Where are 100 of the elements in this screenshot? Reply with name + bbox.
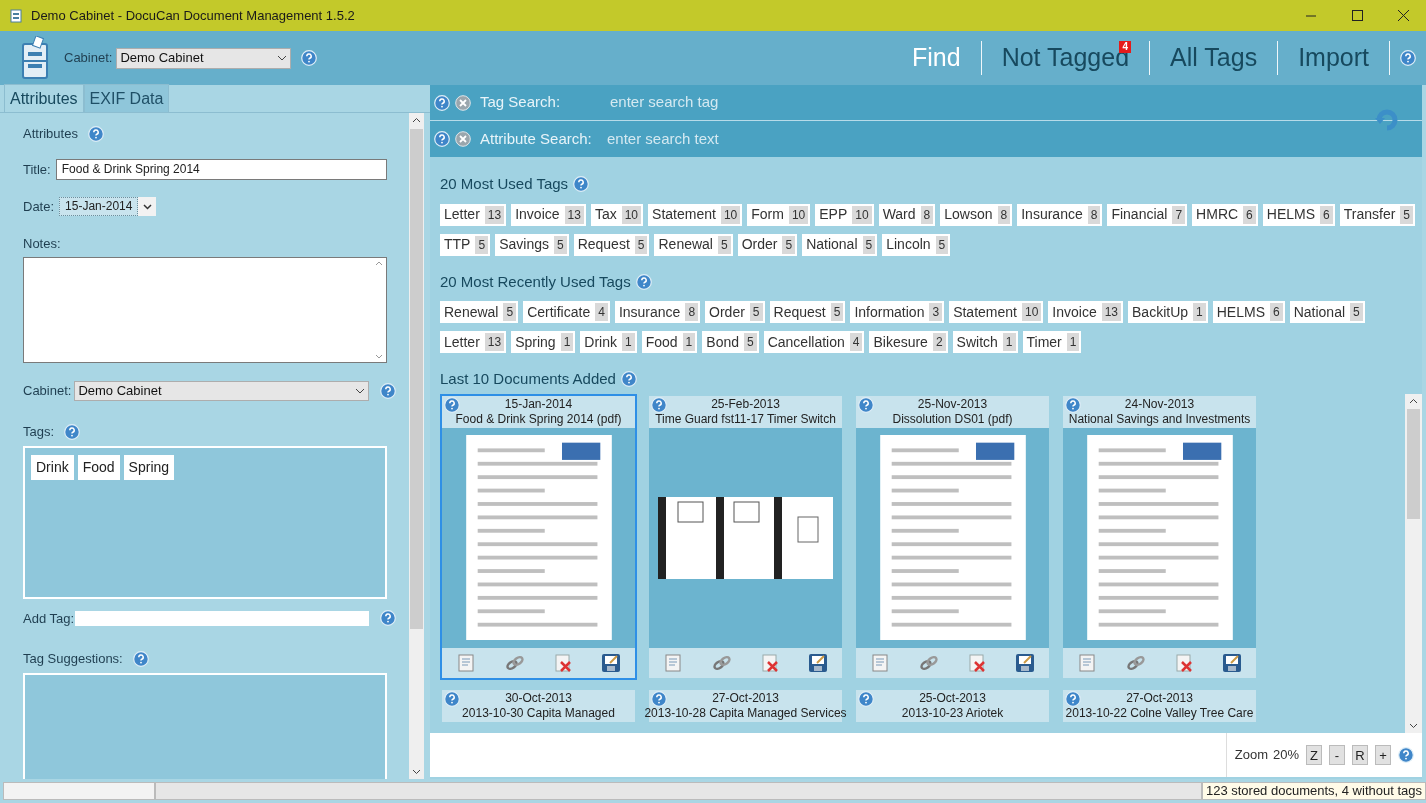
title-field[interactable]: Food & Drink Spring 2014	[55, 159, 387, 180]
tag-chip[interactable]: Switch 1	[952, 331, 1018, 353]
help-icon[interactable]	[132, 650, 149, 667]
document-icon[interactable]	[662, 652, 683, 673]
tag-chip[interactable]: Request 5	[769, 301, 846, 323]
tag-chip[interactable]: Timer 1	[1022, 331, 1082, 353]
save-icon[interactable]	[601, 652, 622, 673]
zoom-button[interactable]: R	[1352, 745, 1368, 765]
tag-chip[interactable]: Invoice 13	[1048, 301, 1124, 323]
tag-chip[interactable]: Spring	[123, 454, 175, 480]
help-icon[interactable]	[301, 50, 318, 66]
tag-chip[interactable]: Financial 7	[1107, 203, 1188, 226]
tag-chip[interactable]: TTP 5	[440, 233, 491, 256]
delete-document-icon[interactable]	[760, 652, 781, 673]
tag-chip[interactable]: Tax 10	[590, 203, 644, 226]
scroll-up-icon[interactable]	[412, 117, 421, 123]
help-icon[interactable]	[380, 610, 396, 627]
save-icon[interactable]	[808, 652, 829, 673]
delete-document-icon[interactable]	[553, 652, 574, 673]
help-icon[interactable]	[444, 690, 460, 707]
save-icon[interactable]	[1015, 652, 1036, 673]
tag-chip[interactable]: Drink 1	[580, 331, 637, 353]
help-icon[interactable]	[434, 131, 450, 147]
tag-chip[interactable]: Renewal 5	[654, 233, 733, 256]
document-card[interactable]: 27-Oct-2013 2013-10-28 Capita Managed Services	[647, 687, 844, 724]
zoom-button[interactable]: -	[1329, 745, 1345, 765]
help-icon[interactable]	[1398, 747, 1414, 763]
add-tag-field[interactable]	[75, 610, 369, 626]
tag-chip[interactable]: Statement 10	[949, 301, 1044, 323]
tag-chip[interactable]: Order 5	[705, 301, 765, 323]
tag-chip[interactable]: National 5	[1289, 301, 1365, 323]
tab[interactable]: Attributes	[4, 84, 84, 112]
zoom-button[interactable]: +	[1375, 745, 1391, 765]
tag-search-field[interactable]: enter search tag	[610, 91, 910, 114]
document-card[interactable]: 25-Oct-2013 2013-10-23 Ariotek	[854, 687, 1051, 724]
scroll-thumb[interactable]	[1407, 408, 1420, 519]
refresh-icon[interactable]	[1374, 107, 1400, 131]
tag-chip[interactable]: Statement 10	[648, 203, 743, 226]
tag-chip[interactable]: Information 3	[850, 301, 945, 323]
date-picker-button[interactable]	[138, 197, 157, 217]
help-icon[interactable]	[620, 371, 637, 388]
nav-tab[interactable]: Import	[1278, 31, 1389, 85]
help-icon[interactable]	[1400, 50, 1416, 66]
help-icon[interactable]	[434, 94, 450, 111]
tab[interactable]: EXIF Data	[83, 84, 170, 112]
tag-chip[interactable]: Spring 1	[511, 331, 576, 353]
document-icon[interactable]	[869, 652, 890, 673]
tag-chip[interactable]: National 5	[802, 233, 878, 256]
tag-chip[interactable]: Food 1	[641, 331, 698, 353]
date-field[interactable]: 15-Jan-2014	[59, 197, 139, 217]
help-icon[interactable]	[64, 423, 81, 440]
tag-chip[interactable]: Savings 5	[495, 233, 569, 256]
tag-chip[interactable]: EPP 10	[815, 203, 874, 226]
tag-chip[interactable]: Certificate 4	[523, 301, 610, 323]
zoom-button[interactable]: Z	[1306, 745, 1322, 765]
tag-chip[interactable]: Ward 8	[878, 203, 936, 226]
help-icon[interactable]	[87, 126, 104, 142]
help-icon[interactable]	[380, 383, 396, 399]
delete-document-icon[interactable]	[1174, 652, 1195, 673]
tag-chip[interactable]: Insurance 8	[1017, 203, 1103, 226]
tag-chip[interactable]: BackitUp 1	[1128, 301, 1208, 323]
cabinet-dropdown[interactable]: Demo Cabinet	[74, 381, 369, 401]
tag-chip[interactable]: Letter 13	[440, 203, 507, 226]
scrollbar[interactable]	[1405, 393, 1422, 733]
tag-chip[interactable]: Order 5	[737, 233, 798, 256]
tag-chip[interactable]: HELMS 6	[1212, 301, 1285, 323]
tag-chip[interactable]: Bikesure 2	[869, 331, 948, 353]
document-card[interactable]: 15-Jan-2014 Food & Drink Spring 2014 (pdf)	[440, 393, 637, 680]
cabinet-dropdown[interactable]: Demo Cabinet	[116, 47, 292, 69]
help-icon[interactable]	[858, 690, 874, 707]
scroll-thumb[interactable]	[410, 129, 423, 629]
tag-chip[interactable]: Renewal 5	[440, 301, 519, 323]
tag-chip[interactable]: Cancellation 4	[763, 331, 865, 353]
help-icon[interactable]	[444, 396, 460, 413]
clear-icon[interactable]	[455, 94, 471, 111]
tag-chip[interactable]: Form 10	[747, 203, 811, 226]
tag-chip[interactable]: Insurance 8	[614, 301, 701, 323]
help-icon[interactable]	[1065, 690, 1081, 707]
scroll-down-icon[interactable]	[1409, 723, 1418, 729]
delete-document-icon[interactable]	[967, 652, 988, 673]
attribute-search-field[interactable]: enter search text	[607, 127, 907, 151]
tag-chip[interactable]: HMRC 6	[1192, 203, 1258, 226]
nav-tab[interactable]: All Tags	[1150, 31, 1278, 85]
tag-chip[interactable]: Letter 13	[440, 331, 507, 353]
tag-chip[interactable]: HELMS 6	[1262, 203, 1335, 226]
help-icon[interactable]	[635, 273, 652, 290]
help-icon[interactable]	[1065, 396, 1081, 413]
document-card[interactable]: 27-Oct-2013 2013-10-22 Colne Valley Tree Care	[1061, 687, 1258, 724]
tag-chip[interactable]: Bond 5	[702, 331, 759, 353]
tag-chip[interactable]: Transfer 5	[1339, 203, 1415, 226]
tag-chip[interactable]: Drink	[31, 454, 74, 480]
help-icon[interactable]	[858, 396, 874, 413]
help-icon[interactable]	[651, 690, 667, 707]
tag-chip[interactable]: Lowson 8	[940, 203, 1013, 226]
clear-icon[interactable]	[455, 131, 471, 147]
document-card[interactable]: 30-Oct-2013 2013-10-30 Capita Managed	[440, 687, 637, 724]
document-icon[interactable]	[455, 652, 476, 673]
scroll-up-icon[interactable]	[1409, 397, 1418, 404]
document-icon[interactable]	[1076, 652, 1097, 673]
tag-chip[interactable]: Request 5	[573, 233, 650, 256]
